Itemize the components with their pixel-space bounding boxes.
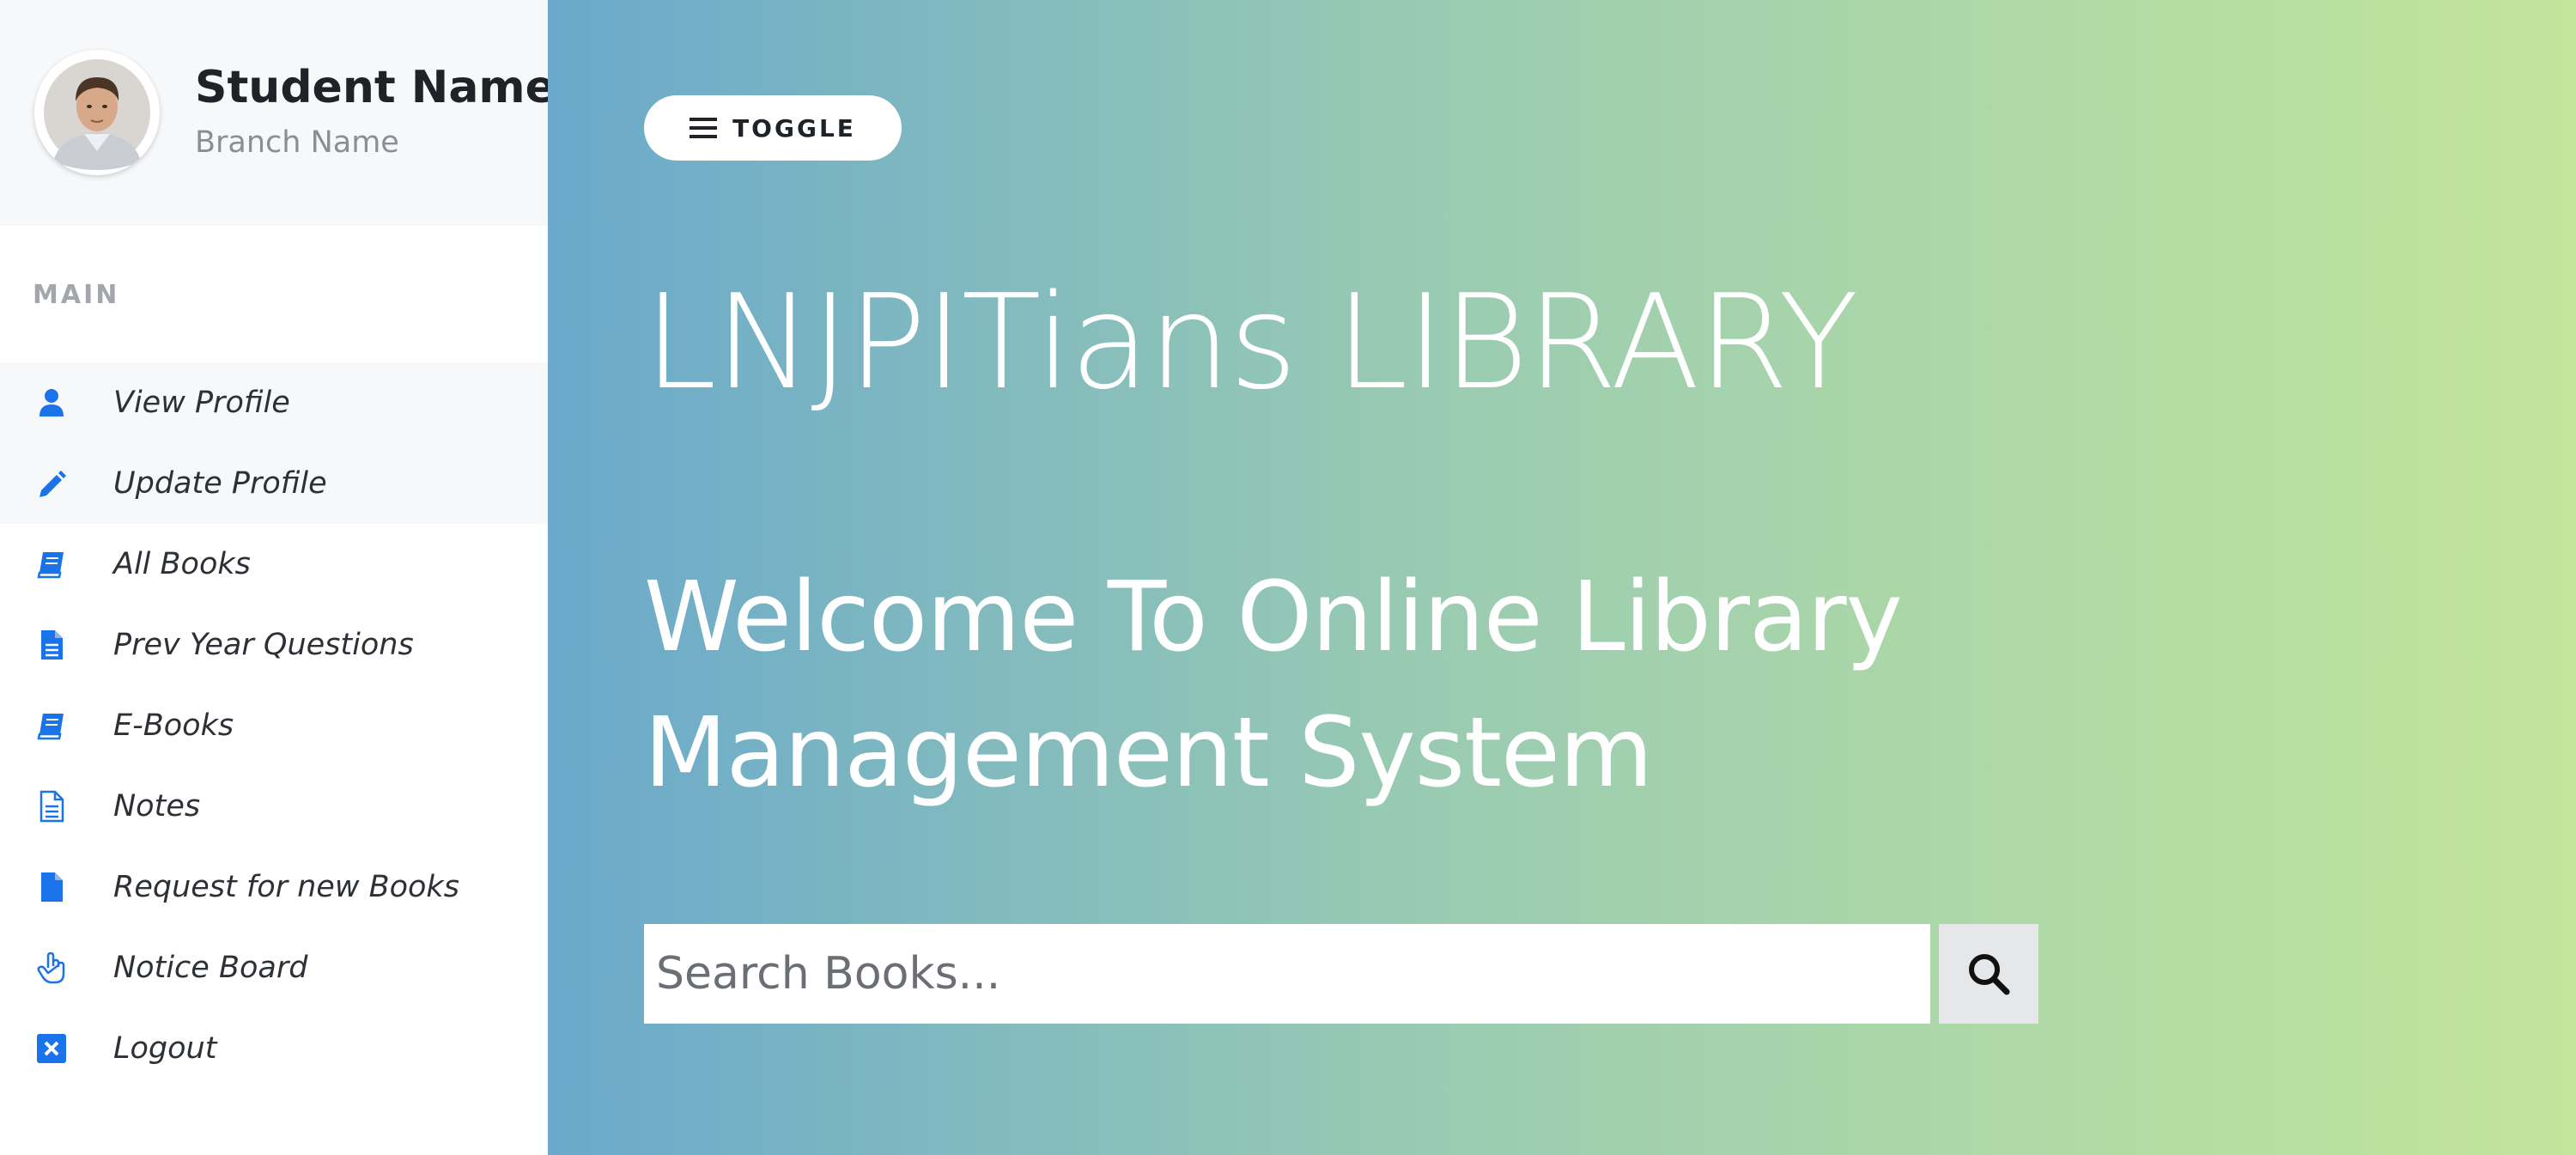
section-label-main: MAIN: [33, 280, 120, 310]
file-text-icon: [34, 628, 69, 662]
profile-card: Student Name Branch Name: [0, 0, 556, 226]
menu-bars-icon: [690, 118, 718, 138]
page-title: LNJPITians LIBRARY: [644, 266, 1858, 418]
book-icon: [34, 708, 69, 743]
sidebar-item-label: Notes: [113, 789, 201, 824]
avatar[interactable]: [34, 50, 160, 175]
branch-name: Branch Name: [195, 125, 399, 160]
file-icon: [34, 870, 69, 904]
sidebar-item-e-books[interactable]: E-Books: [0, 685, 548, 766]
sidebar-item-label: Request for new Books: [113, 870, 459, 904]
close-square-icon: [34, 1031, 69, 1066]
welcome-line-2: Management System: [644, 697, 1653, 809]
sidebar-menu: View Profile Update Profile All Books Pr…: [0, 362, 548, 1089]
toggle-button[interactable]: TOGGLE: [644, 95, 902, 161]
sidebar-item-notice-board[interactable]: Notice Board: [0, 927, 548, 1008]
sidebar-item-prev-year-questions[interactable]: Prev Year Questions: [0, 605, 548, 685]
search-input[interactable]: [644, 924, 1930, 1024]
sidebar-item-notes[interactable]: Notes: [0, 766, 548, 847]
sidebar-item-request-new-books[interactable]: Request for new Books: [0, 847, 548, 927]
user-icon: [34, 386, 69, 420]
sidebar-item-view-profile[interactable]: View Profile: [0, 362, 548, 443]
student-avatar-icon: [34, 50, 160, 175]
sidebar-item-label: Notice Board: [113, 951, 308, 985]
sidebar-item-label: All Books: [113, 547, 251, 581]
pencil-icon: [34, 466, 69, 501]
sidebar-item-label: Logout: [113, 1031, 217, 1066]
search-button[interactable]: [1939, 924, 2038, 1024]
welcome-line-1: Welcome To Online Library: [644, 562, 1903, 673]
search-icon: [1969, 954, 2010, 995]
book-icon: [34, 547, 69, 581]
sidebar-item-update-profile[interactable]: Update Profile: [0, 443, 548, 524]
main-content: TOGGLE LNJPITians LIBRARY Welcome To Onl…: [548, 0, 2576, 1155]
sidebar-item-label: E-Books: [113, 708, 234, 743]
app-window: Student Name Branch Name MAIN View Profi…: [0, 0, 2576, 1155]
student-name: Student Name: [195, 62, 556, 113]
sidebar: Student Name Branch Name MAIN View Profi…: [0, 0, 556, 1155]
toggle-label: TOGGLE: [732, 113, 856, 143]
file-outline-icon: [34, 789, 69, 824]
search-bar: [644, 924, 2038, 1024]
sidebar-item-label: Prev Year Questions: [113, 628, 414, 662]
sidebar-item-all-books[interactable]: All Books: [0, 524, 548, 605]
sidebar-item-logout[interactable]: Logout: [0, 1008, 548, 1089]
sidebar-item-label: View Profile: [113, 386, 290, 420]
welcome-heading: Welcome To Online Library Management Sys…: [644, 550, 2018, 821]
hand-icon: [34, 951, 69, 985]
sidebar-item-label: Update Profile: [113, 466, 327, 501]
